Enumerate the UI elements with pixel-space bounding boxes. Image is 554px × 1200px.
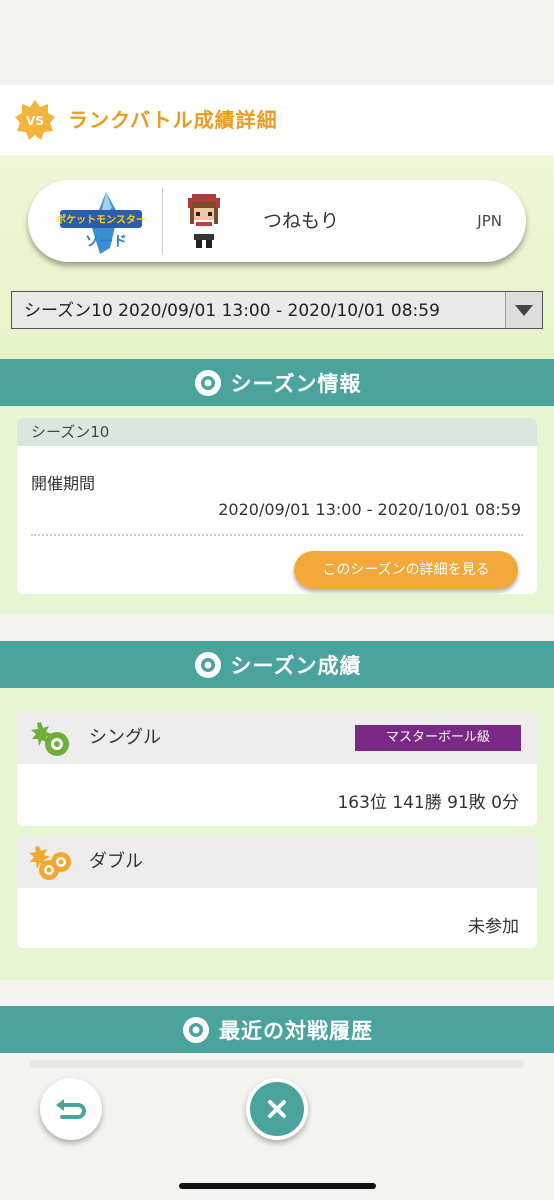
double-battle-icon bbox=[29, 846, 71, 880]
svg-text:ポケットモンスター: ポケットモンスター bbox=[56, 213, 146, 226]
player-region: JPN bbox=[477, 212, 502, 230]
section-header-history: 最近の対戦履歴 bbox=[0, 1006, 554, 1053]
section-title: シーズン成績 bbox=[230, 653, 362, 678]
player-name: つねもり bbox=[263, 210, 340, 232]
page-header: VS ランクバトル成績詳細 bbox=[0, 85, 554, 155]
section-title: シーズン情報 bbox=[230, 371, 362, 396]
pokeball-icon bbox=[194, 369, 221, 396]
card-divider bbox=[162, 188, 163, 254]
season-detail-button[interactable]: このシーズンの詳細を見る bbox=[294, 551, 518, 589]
double-record-header: ダブル bbox=[17, 836, 537, 888]
divider bbox=[31, 534, 523, 536]
single-title: シングル bbox=[89, 727, 161, 748]
page-title: ランクバトル成績詳細 bbox=[68, 108, 278, 132]
svg-text:VS: VS bbox=[26, 114, 44, 128]
period-value: 2020/09/01 13:00 - 2020/10/01 08:59 bbox=[218, 500, 521, 519]
history-tab-strip bbox=[30, 1060, 524, 1068]
trainer-avatar bbox=[188, 194, 220, 248]
double-result: 未参加 bbox=[468, 917, 519, 937]
pokeball-icon bbox=[183, 1016, 209, 1043]
back-button[interactable] bbox=[40, 1078, 102, 1140]
double-title: ダブル bbox=[89, 851, 143, 872]
pokeball-icon bbox=[194, 651, 221, 678]
period-label: 開催期間 bbox=[31, 474, 96, 493]
section-header-season-record: シーズン成績 bbox=[0, 641, 554, 688]
season-select[interactable]: シーズン10 2020/09/01 13:00 - 2020/10/01 08:… bbox=[11, 291, 543, 329]
svg-text:ソード: ソード bbox=[85, 234, 127, 250]
rank-badge: マスターボール級 bbox=[355, 725, 521, 751]
season-name: シーズン10 bbox=[17, 418, 537, 446]
chevron-down-icon[interactable] bbox=[505, 292, 542, 328]
double-record-panel: ダブル 未参加 bbox=[17, 836, 537, 948]
close-button[interactable] bbox=[246, 1078, 308, 1140]
game-logo: ポケットモンスター ソード bbox=[56, 192, 146, 254]
single-battle-icon bbox=[31, 722, 69, 756]
season-info-panel: シーズン10 開催期間 2020/09/01 13:00 - 2020/10/0… bbox=[17, 418, 537, 594]
season-select-value: シーズン10 2020/09/01 13:00 - 2020/10/01 08:… bbox=[24, 301, 440, 321]
back-arrow-icon bbox=[56, 1099, 86, 1119]
player-card: ポケットモンスター ソード つねもり JPN bbox=[28, 180, 526, 262]
close-icon bbox=[250, 1082, 304, 1136]
vs-star-icon: VS bbox=[15, 100, 55, 140]
section-title: 最近の対戦履歴 bbox=[219, 1018, 373, 1043]
single-record-header: シングル マスターボール級 bbox=[17, 712, 537, 764]
single-record-panel: シングル マスターボール級 163位 141勝 91敗 0分 bbox=[17, 712, 537, 826]
home-indicator bbox=[179, 1183, 376, 1189]
single-result: 163位 141勝 91敗 0分 bbox=[337, 793, 519, 813]
status-area bbox=[0, 0, 554, 85]
section-header-season-info: シーズン情報 bbox=[0, 359, 554, 406]
